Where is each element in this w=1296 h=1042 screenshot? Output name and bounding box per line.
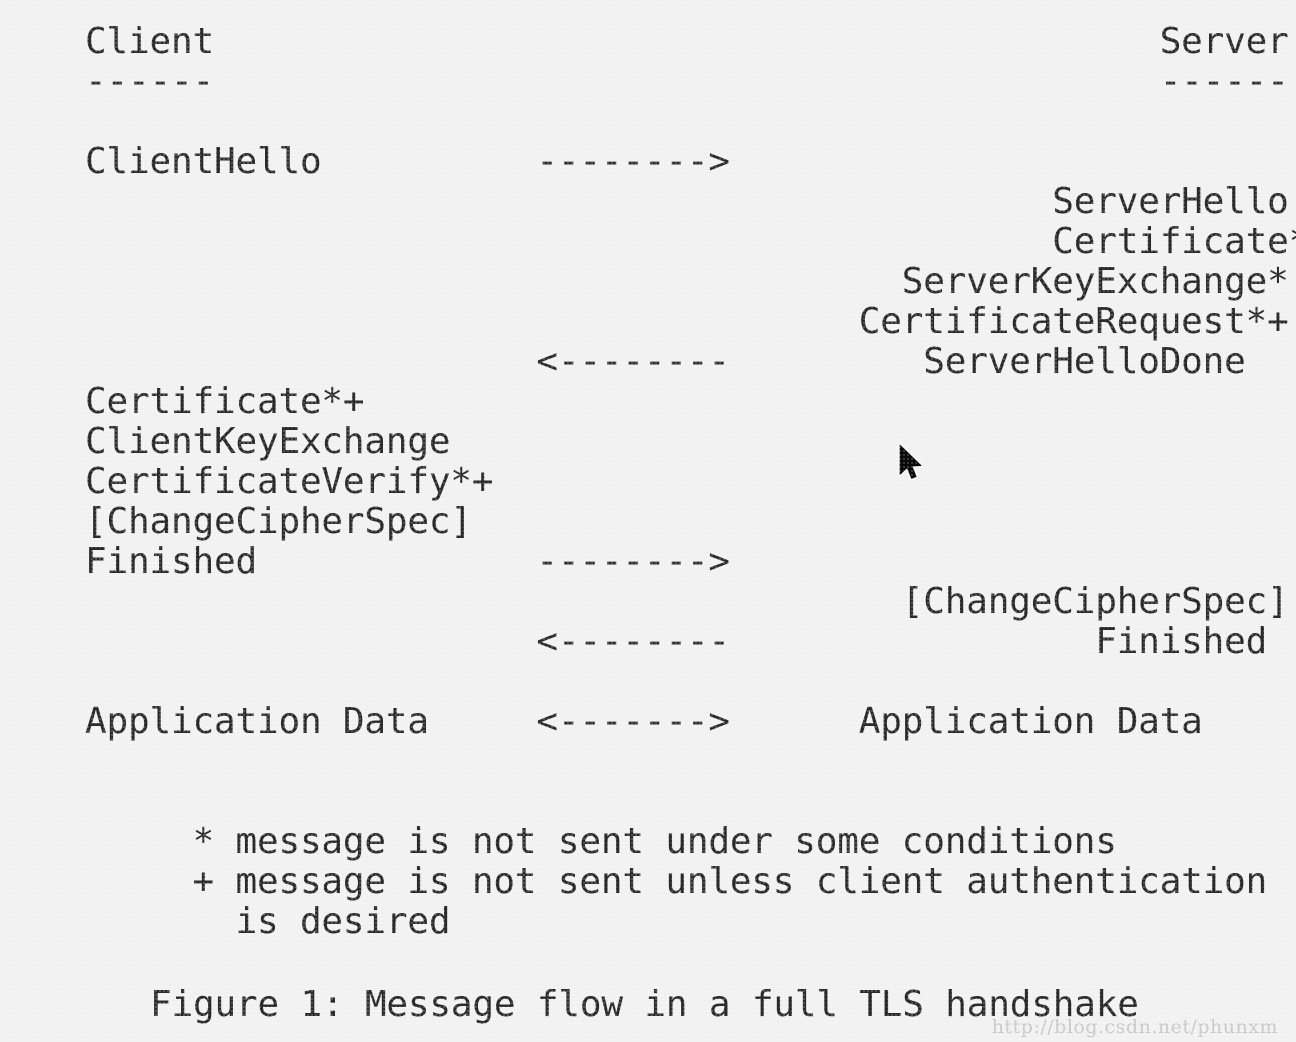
figure-caption: Figure 1: Message flow in a full TLS han…: [150, 984, 1139, 1025]
csdn-blog-watermark: http://blog.csdn.net/phunxm: [991, 1016, 1278, 1038]
ascii-handshake-diagram: Client Server ------ ------ ClientHello …: [85, 21, 1296, 942]
tls-handshake-figure: Client Server ------ ------ ClientHello …: [0, 0, 1296, 1042]
